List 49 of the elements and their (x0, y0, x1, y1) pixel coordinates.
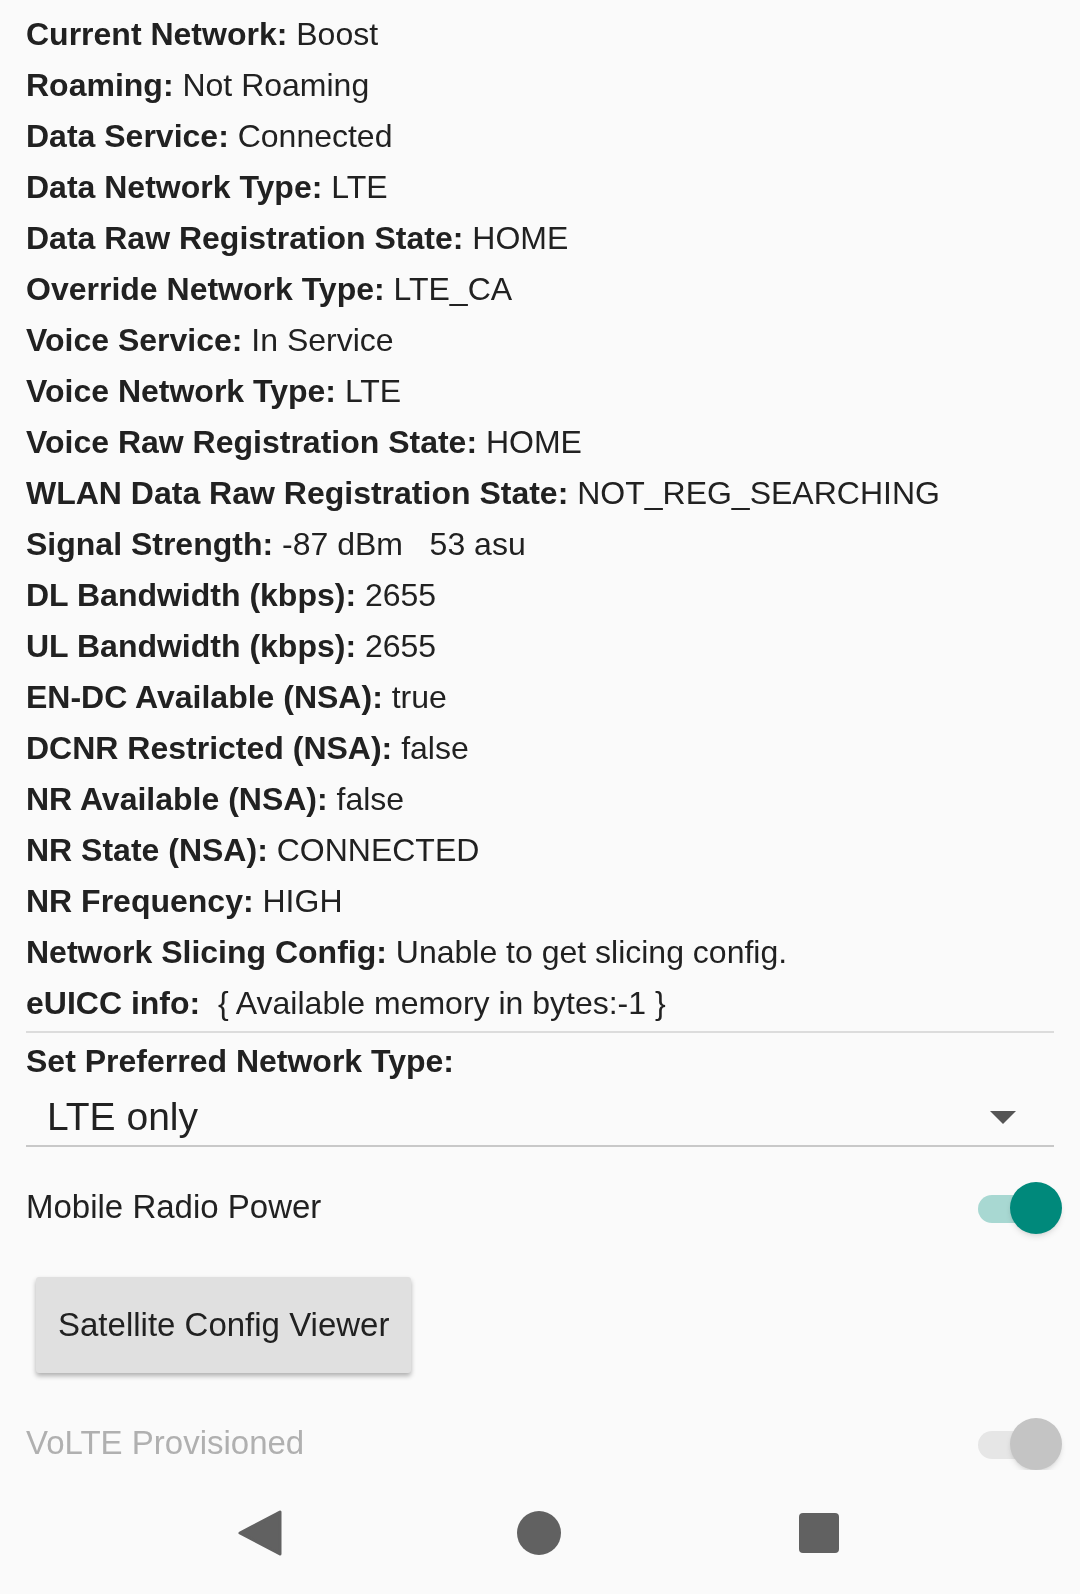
info-value: 2655 (363, 577, 437, 613)
info-label: Current Network: (26, 16, 288, 52)
info-label: UL Bandwidth (kbps): (26, 628, 357, 664)
info-value: CONNECTED (275, 832, 480, 868)
info-label: NR State (NSA): (26, 832, 268, 868)
info-value: Connected (236, 118, 393, 154)
preferred-network-label: Set Preferred Network Type: (26, 1042, 454, 1081)
info-label: Data Service: (26, 118, 229, 154)
info-label: NR Frequency: (26, 883, 254, 919)
info-value: Unable to get slicing config. (394, 934, 788, 970)
info-label: Roaming: (26, 67, 174, 103)
info-label: eUICC info: (26, 985, 201, 1021)
info-label: DL Bandwidth (kbps): (26, 577, 357, 613)
info-label: Signal Strength: (26, 526, 274, 562)
info-value: LTE (330, 169, 388, 205)
info-value: NOT_REG_SEARCHING (576, 475, 940, 511)
home-icon[interactable] (517, 1511, 561, 1555)
info-value: 2655 (363, 628, 437, 664)
info-label: Voice Network Type: (26, 373, 336, 409)
info-value: Boost (295, 16, 379, 52)
network-type-dropdown[interactable]: LTE only (26, 1089, 1054, 1147)
info-value: true (390, 679, 447, 715)
info-label: EN-DC Available (NSA): (26, 679, 383, 715)
info-label: WLAN Data Raw Registration State: (26, 475, 569, 511)
toggle-switch[interactable] (978, 1180, 1062, 1234)
info-value: HIGH (261, 883, 343, 919)
info-value: HOME (471, 220, 569, 256)
info-value: { Available memory in bytes:-1 } (217, 985, 666, 1021)
info-label: Override Network Type: (26, 271, 385, 307)
info-value: HOME (484, 424, 582, 460)
info-value: false (335, 781, 405, 817)
info-value: In Service (250, 322, 394, 358)
info-value: false (400, 730, 469, 766)
info-value: Not Roaming (181, 67, 370, 103)
info-label: Data Raw Registration State: (26, 220, 464, 256)
satellite-config-button[interactable]: Satellite Config Viewer (36, 1277, 412, 1373)
info-value: -87 dBm 53 asu (281, 526, 526, 562)
toggle-label: VoLTE Provisioned (26, 1423, 305, 1464)
info-label: NR Available (NSA): (26, 781, 328, 817)
info-label: Voice Service: (26, 322, 243, 358)
dropdown-arrow-icon (990, 1110, 1016, 1124)
info-value: LTE (343, 373, 402, 409)
back-icon[interactable] (238, 1510, 282, 1556)
info-label: Voice Raw Registration State: (26, 424, 478, 460)
info-label: DCNR Restricted (NSA): (26, 730, 393, 766)
toggle-label: Mobile Radio Power (26, 1187, 322, 1228)
info-value: LTE_CA (392, 271, 513, 307)
info-label: Data Network Type: (26, 169, 323, 205)
info-label: Network Slicing Config: (26, 934, 387, 970)
